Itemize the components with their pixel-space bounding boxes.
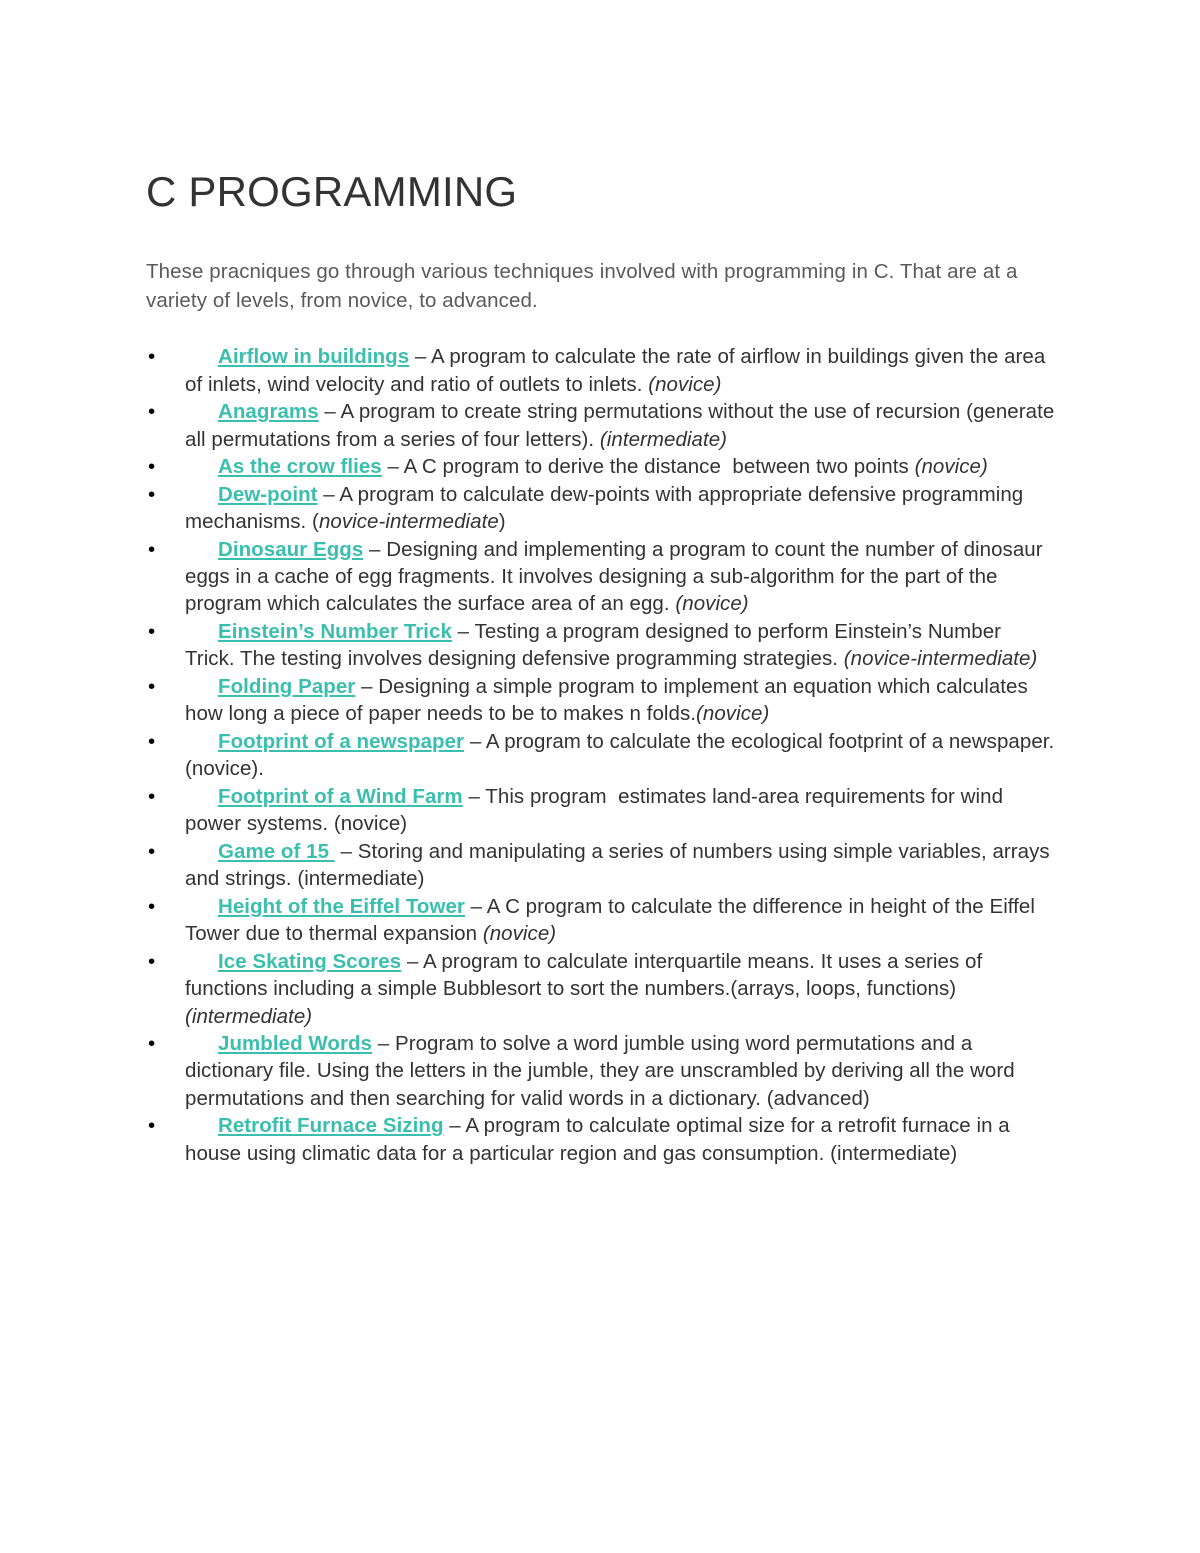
list-item: • Height of the Eiffel Tower – A C progra… xyxy=(146,893,1056,948)
list-item: • Game of 15 – Storing and manipulating a… xyxy=(146,838,1056,893)
separator-dash: – xyxy=(401,949,424,973)
project-link[interactable]: Jumbled Words xyxy=(218,1032,372,1055)
difficulty-level-suffix: ) xyxy=(498,510,506,534)
difficulty-level: novice-intermediate xyxy=(318,510,499,534)
project-link[interactable]: Anagrams xyxy=(218,400,319,423)
project-link[interactable]: Game of 15 xyxy=(218,840,335,863)
list-item: • As the crow flies – A C program to deri… xyxy=(146,453,1056,480)
separator-dash: – xyxy=(464,894,487,918)
project-link[interactable]: Folding Paper xyxy=(218,675,355,698)
separator-dash: – xyxy=(363,537,387,561)
separator-dash: – xyxy=(451,619,475,643)
difficulty-level: (intermediate) xyxy=(185,1004,313,1028)
page-title: C PROGRAMMING xyxy=(146,168,518,215)
bullet-icon: • xyxy=(148,674,156,698)
list-item: • Retrofit Furnace Sizing – A program to … xyxy=(146,1112,1056,1167)
bullet-icon: • xyxy=(148,400,156,424)
bullet-icon: • xyxy=(148,1031,156,1055)
bullet-icon: • xyxy=(148,482,156,506)
separator-dash: – xyxy=(317,482,340,506)
difficulty-level: (novice) xyxy=(696,702,770,726)
project-link[interactable]: Footprint of a newspaper xyxy=(218,730,464,753)
list-item: • Dinosaur Eggs – Designing and implement… xyxy=(146,536,1056,618)
list-item: • Airflow in buildings – A program to cal… xyxy=(146,343,1056,398)
list-item: • Footprint of a newspaper – A program to… xyxy=(146,728,1056,783)
list-item: • Einstein’s Number Trick – Testing a pro… xyxy=(146,618,1056,673)
project-link[interactable]: Ice Skating Scores xyxy=(218,950,401,973)
bullet-icon: • xyxy=(148,729,156,753)
intro-paragraph: These pracniques go through various tech… xyxy=(146,260,1018,313)
bullet-icon: • xyxy=(148,345,156,369)
project-description: A C program to derive the distance betwe… xyxy=(403,455,915,479)
bullet-icon: • xyxy=(148,537,156,561)
list-item: • Folding Paper – Designing a simple prog… xyxy=(146,673,1056,728)
bullet-icon: • xyxy=(148,784,156,808)
bullet-icon: • xyxy=(148,839,156,863)
list-item: • Anagrams – A program to create string p… xyxy=(146,398,1056,453)
separator-dash: – xyxy=(381,455,404,479)
project-link[interactable]: Einstein’s Number Trick xyxy=(218,620,452,643)
bullet-icon: • xyxy=(148,619,156,643)
separator-dash: – xyxy=(462,784,486,808)
separator-dash: – xyxy=(355,674,379,698)
separator-dash: – xyxy=(372,1031,395,1055)
difficulty-level: (novice) xyxy=(482,922,557,946)
bullet-icon: • xyxy=(148,1114,156,1138)
separator-dash: – xyxy=(464,729,486,753)
project-link[interactable]: Airflow in buildings xyxy=(218,345,409,368)
document-body: C PROGRAMMING These pracniques go throug… xyxy=(146,168,1056,1167)
difficulty-level: (novice) xyxy=(648,372,722,396)
list-item: • Dew-point – A program to calculate dew-… xyxy=(146,481,1056,536)
project-link[interactable]: Height of the Eiffel Tower xyxy=(218,895,465,918)
project-link[interactable]: Retrofit Furnace Sizing xyxy=(218,1114,444,1137)
project-link[interactable]: Dinosaur Eggs xyxy=(218,538,363,561)
bullet-icon: • xyxy=(148,455,156,479)
difficulty-level: (novice) xyxy=(914,455,988,479)
project-list: • Airflow in buildings – A program to cal… xyxy=(146,343,1056,1167)
list-item: • Ice Skating Scores – A program to calcu… xyxy=(146,948,1056,1030)
separator-dash: – xyxy=(334,839,358,863)
project-link[interactable]: As the crow flies xyxy=(218,455,382,478)
project-link[interactable]: Footprint of a Wind Farm xyxy=(218,785,463,808)
separator-dash: – xyxy=(409,345,431,369)
bullet-icon: • xyxy=(148,894,156,918)
difficulty-level: (intermediate) xyxy=(599,427,728,451)
separator-dash: – xyxy=(318,400,341,424)
list-item: • Jumbled Words – Program to solve a word… xyxy=(146,1030,1056,1112)
difficulty-level: (novice-intermediate) xyxy=(843,647,1038,671)
separator-dash: – xyxy=(443,1114,466,1138)
project-link[interactable]: Dew-point xyxy=(218,483,318,506)
document-page: C PROGRAMMING These pracniques go throug… xyxy=(0,0,1200,1553)
difficulty-level: (novice) xyxy=(675,592,749,616)
bullet-icon: • xyxy=(148,949,156,973)
list-item: • Footprint of a Wind Farm – This program… xyxy=(146,783,1056,838)
